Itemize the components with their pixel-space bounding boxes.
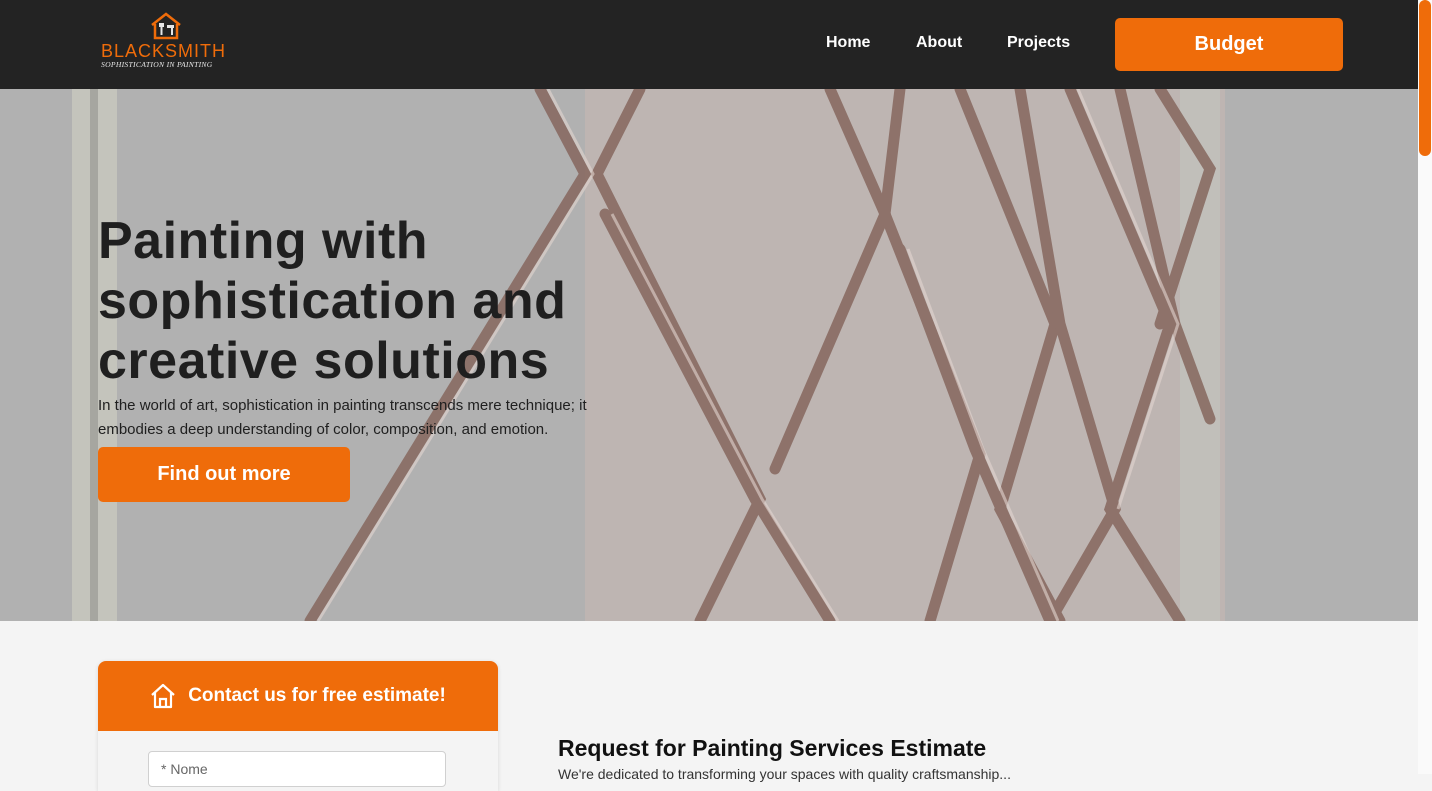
- nav-about[interactable]: About: [916, 34, 962, 52]
- hero-title: Painting with sophistication and creativ…: [98, 212, 567, 390]
- name-input[interactable]: [148, 751, 446, 787]
- logo-name: BLACKSMITH: [101, 41, 227, 61]
- estimate-description: We're dedicated to transforming your spa…: [558, 766, 1011, 782]
- house-brush-icon: [151, 12, 181, 40]
- contact-form-card: Contact us for free estimate!: [98, 661, 498, 791]
- house-icon: [151, 683, 175, 709]
- site-header: BLACKSMITH SOPHISTICATION IN PAINTING Ho…: [0, 0, 1418, 89]
- logo[interactable]: BLACKSMITH SOPHISTICATION IN PAINTING: [100, 12, 232, 72]
- find-out-more-button[interactable]: Find out more: [98, 447, 350, 502]
- hero-section: Painting with sophistication and creativ…: [0, 89, 1418, 621]
- contact-form-heading: Contact us for free estimate!: [188, 685, 446, 706]
- scrollbar-thumb[interactable]: [1419, 0, 1431, 156]
- nav-projects[interactable]: Projects: [1007, 34, 1070, 52]
- hero-description: In the world of art, sophistication in p…: [98, 397, 587, 438]
- estimate-title: Request for Painting Services Estimate: [558, 735, 987, 761]
- nav-home[interactable]: Home: [826, 34, 870, 52]
- contact-form-header: Contact us for free estimate!: [98, 661, 498, 731]
- budget-button[interactable]: Budget: [1115, 18, 1343, 71]
- logo-tagline: SOPHISTICATION IN PAINTING: [101, 60, 213, 69]
